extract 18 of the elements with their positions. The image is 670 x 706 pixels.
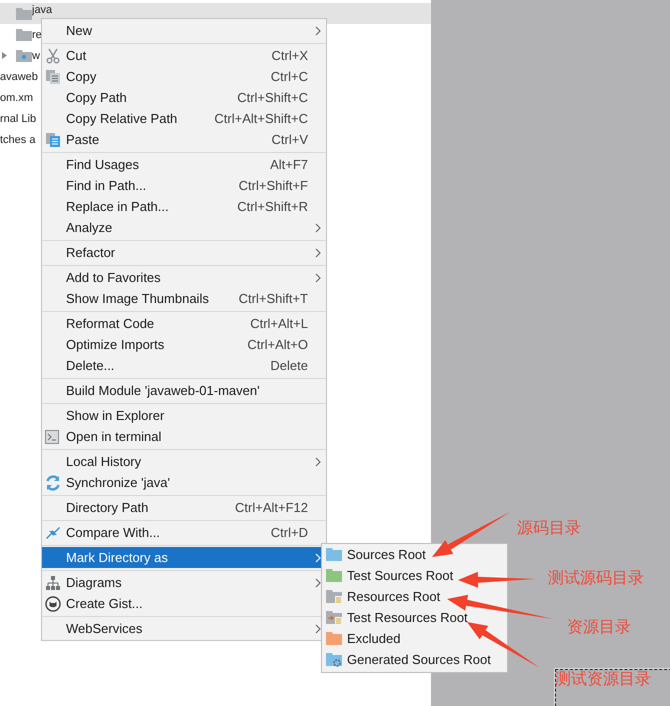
- annotation-label: 源码目录: [517, 518, 581, 539]
- shortcut-label: Ctrl+V: [272, 132, 308, 147]
- annotation-label: 测试源码目录: [548, 568, 644, 589]
- shortcut-label: Ctrl+Alt+Shift+C: [214, 111, 308, 126]
- shortcut-label: Ctrl+Shift+C: [237, 90, 308, 105]
- annotation-label: 测试资源目录: [555, 669, 651, 690]
- annotation-label: 资源目录: [567, 617, 631, 638]
- shortcut-label: Ctrl+Shift+T: [238, 291, 308, 306]
- shortcut-label: Ctrl+Alt+O: [247, 337, 308, 352]
- shortcut-label: Ctrl+Shift+R: [237, 199, 308, 214]
- shortcut-label: Ctrl+Alt+L: [250, 316, 308, 331]
- shortcut-label: Ctrl+X: [272, 48, 308, 63]
- shortcut-label: Ctrl+Alt+F12: [235, 500, 308, 515]
- shortcut-label: Ctrl+C: [270, 69, 308, 84]
- shortcut-label: Ctrl+D: [270, 525, 308, 540]
- shortcut-label: Delete: [270, 358, 308, 373]
- shortcut-label: Alt+F7: [270, 157, 308, 172]
- shortcut-label: Ctrl+Shift+F: [238, 178, 308, 193]
